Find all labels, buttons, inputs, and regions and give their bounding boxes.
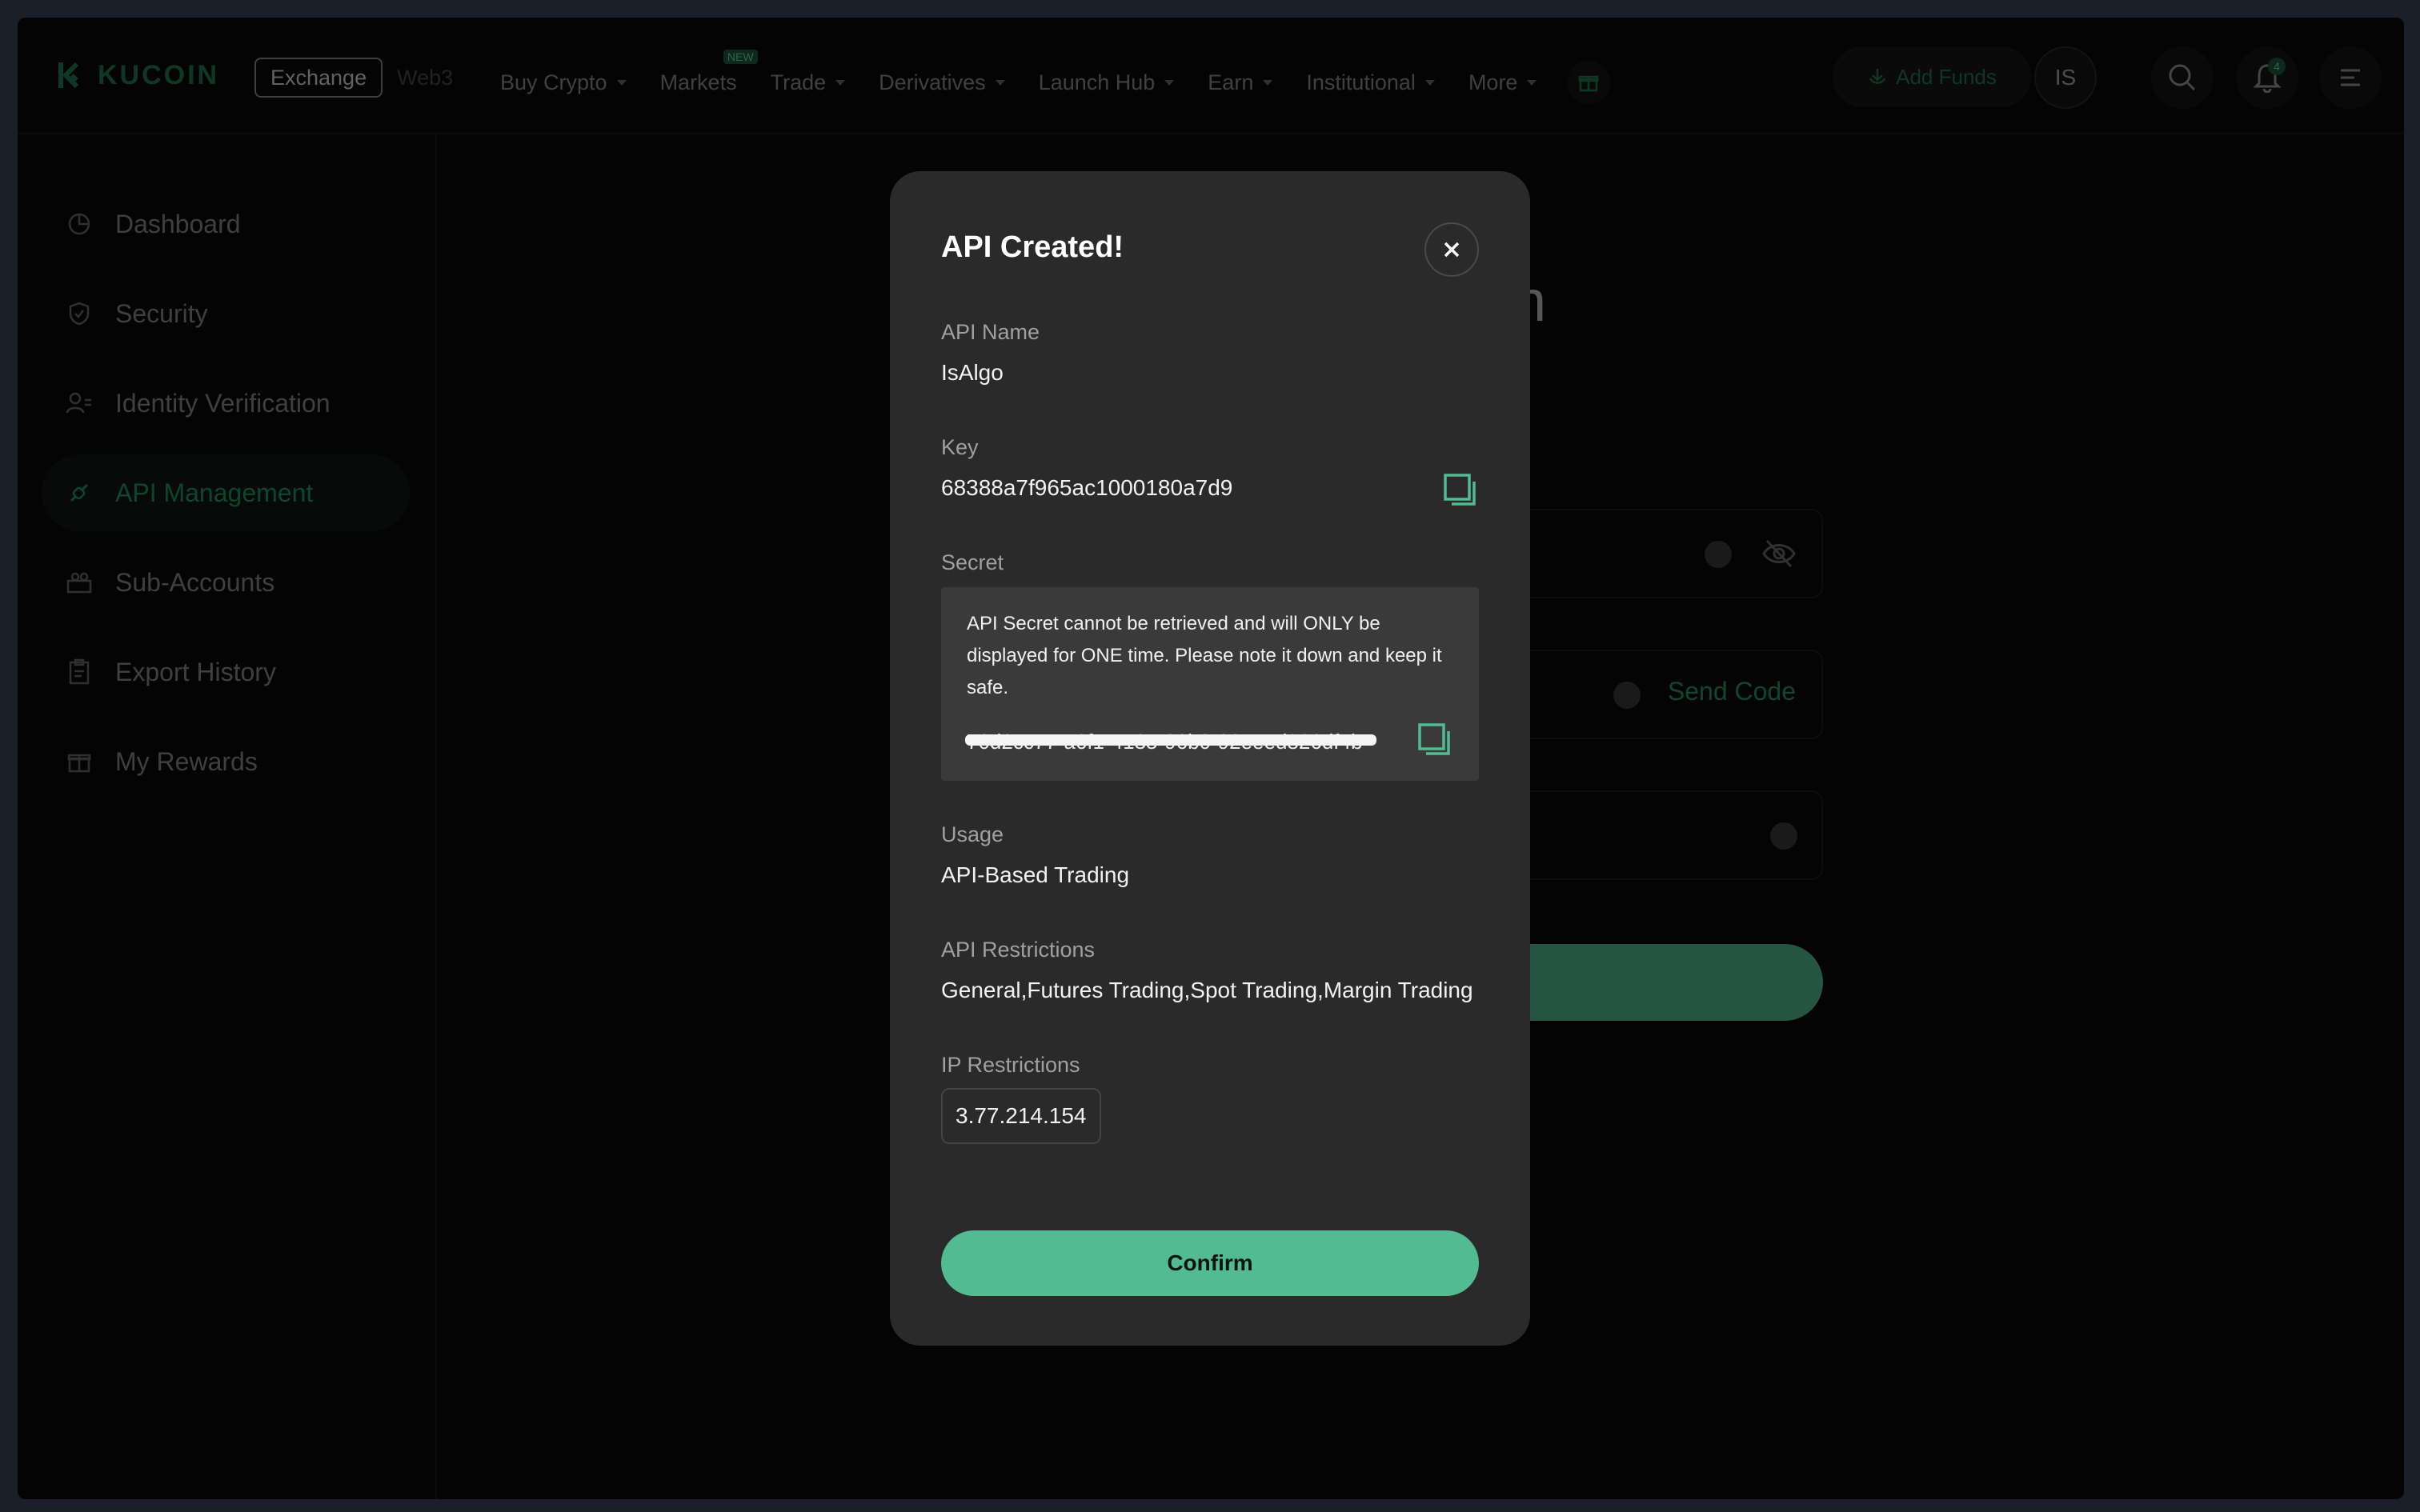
sidebar-item-label: Export History xyxy=(115,657,276,686)
secret-box: API Secret cannot be retrieved and will … xyxy=(941,587,1479,781)
pie-chart-icon xyxy=(66,210,93,238)
sidebar-item-label: My Rewards xyxy=(115,746,258,776)
ip-restriction-chip: 3.77.214.154 xyxy=(941,1088,1101,1144)
sidebar-item-label: Sub-Accounts xyxy=(115,567,275,597)
sidebar-item-export-history[interactable]: Export History xyxy=(42,634,410,710)
chevron-down-icon xyxy=(1527,79,1537,86)
secret-redaction xyxy=(965,734,1376,746)
nav-derivatives[interactable]: Derivatives xyxy=(879,66,1005,99)
add-funds-button[interactable]: Add Funds xyxy=(1833,46,2031,107)
sidebar-item-dashboard[interactable]: Dashboard xyxy=(42,186,410,262)
send-code-button[interactable]: Send Code xyxy=(1668,677,1796,706)
gift-button[interactable] xyxy=(1567,61,1611,104)
eye-off-icon[interactable] xyxy=(1761,538,1797,570)
sidebar-item-label: Security xyxy=(115,298,208,328)
usage-label: Usage xyxy=(941,822,1004,846)
search-button[interactable] xyxy=(2151,46,2214,109)
gift-icon xyxy=(66,748,93,775)
sidebar-item-sub-accounts[interactable]: Sub-Accounts xyxy=(42,544,410,621)
sidebar-item-security[interactable]: Security xyxy=(42,275,410,352)
sub-accounts-icon xyxy=(66,569,93,596)
nav-label: Markets xyxy=(659,70,737,94)
sidebar-item-label: API Management xyxy=(115,478,314,507)
nav-label: Earn xyxy=(1208,70,1254,94)
chevron-down-icon xyxy=(1164,79,1175,86)
brand-name: KUCOIN xyxy=(98,59,220,90)
api-name-value: IsAlgo xyxy=(941,360,1004,385)
clipboard-icon xyxy=(66,658,93,686)
nav-launch-hub[interactable]: Launch Hub xyxy=(1039,66,1175,99)
nav-label: Institutional xyxy=(1306,70,1416,94)
api-created-dialog: API Created! API Name IsAlgo Key 68388a7… xyxy=(890,171,1530,1346)
sidebar-item-label: Identity Verification xyxy=(115,388,331,418)
web3-tab[interactable]: Web3 xyxy=(383,66,467,90)
secret-warning: API Secret cannot be retrieved and will … xyxy=(967,613,1442,698)
nav-label: Derivatives xyxy=(879,70,986,94)
api-name-label: API Name xyxy=(941,320,1040,344)
nav-label: Trade xyxy=(770,70,827,94)
download-icon xyxy=(1869,69,1886,84)
sidebar-item-my-rewards[interactable]: My Rewards xyxy=(42,723,410,800)
nav-institutional[interactable]: Institutional xyxy=(1306,66,1435,99)
copy-key-icon[interactable] xyxy=(1440,470,1479,509)
gift-icon xyxy=(1579,75,1599,92)
api-restrictions-label: API Restrictions xyxy=(941,938,1096,962)
nav-markets[interactable]: Markets NEW xyxy=(659,50,758,99)
sidebar-item-api-management[interactable]: API Management xyxy=(42,454,410,531)
search-icon xyxy=(2169,64,2196,91)
add-funds-label: Add Funds xyxy=(1896,64,1997,89)
chevron-down-icon xyxy=(995,79,1005,86)
copy-secret-icon[interactable] xyxy=(1415,720,1453,758)
chevron-down-icon xyxy=(616,79,627,86)
new-badge: NEW xyxy=(723,50,758,64)
sidebar-item-identity-verification[interactable]: Identity Verification xyxy=(42,365,410,442)
kucoin-logo-icon xyxy=(58,62,79,89)
clear-icon[interactable] xyxy=(1613,682,1641,709)
nav-label: More xyxy=(1468,70,1518,94)
shield-icon xyxy=(66,300,93,327)
chevron-down-icon xyxy=(1424,79,1435,86)
menu-button[interactable] xyxy=(2319,46,2382,109)
usage-value: API-Based Trading xyxy=(941,862,1130,887)
secret-label: Secret xyxy=(941,550,1004,574)
nav-earn[interactable]: Earn xyxy=(1208,66,1273,99)
main-nav: Buy Crypto Markets NEW Trade Derivatives … xyxy=(500,50,1611,104)
nav-trade[interactable]: Trade xyxy=(771,66,846,99)
user-id-icon xyxy=(66,390,93,417)
notification-count-badge: 4 xyxy=(2268,58,2286,75)
key-value: 68388a7f965ac1000180a7d9 xyxy=(941,475,1233,500)
api-restrictions-value: General,Futures Trading,Spot Trading,Mar… xyxy=(941,978,1473,1002)
nav-label: Launch Hub xyxy=(1038,70,1156,94)
nav-more[interactable]: More xyxy=(1468,66,1537,99)
ip-restrictions-label: IP Restrictions xyxy=(941,1053,1080,1077)
kucoin-logo[interactable]: KUCOIN xyxy=(53,58,219,93)
close-button[interactable] xyxy=(1424,222,1479,277)
exchange-web3-toggle: Exchange Web3 xyxy=(254,58,467,98)
sidebar: Dashboard Security Identity Verification… xyxy=(18,134,437,1499)
top-navigation-bar: KUCOIN Exchange Web3 Buy Crypto Markets N… xyxy=(18,18,2404,134)
chevron-down-icon xyxy=(1263,79,1273,86)
nav-buy-crypto[interactable]: Buy Crypto xyxy=(500,66,627,99)
sidebar-item-label: Dashboard xyxy=(115,209,241,238)
dialog-title: API Created! xyxy=(941,230,1124,264)
menu-icon xyxy=(2341,69,2360,86)
nav-label: Buy Crypto xyxy=(500,70,607,94)
close-icon xyxy=(1444,242,1460,258)
confirm-button[interactable]: Confirm xyxy=(941,1230,1479,1296)
clear-icon[interactable] xyxy=(1705,541,1732,568)
chevron-down-icon xyxy=(835,79,846,86)
avatar[interactable]: IS xyxy=(2034,46,2097,109)
key-label: Key xyxy=(941,435,979,459)
clear-icon[interactable] xyxy=(1770,822,1797,850)
api-link-icon xyxy=(66,479,93,506)
notifications-button[interactable]: 4 xyxy=(2236,46,2298,109)
exchange-tab[interactable]: Exchange xyxy=(254,58,383,98)
